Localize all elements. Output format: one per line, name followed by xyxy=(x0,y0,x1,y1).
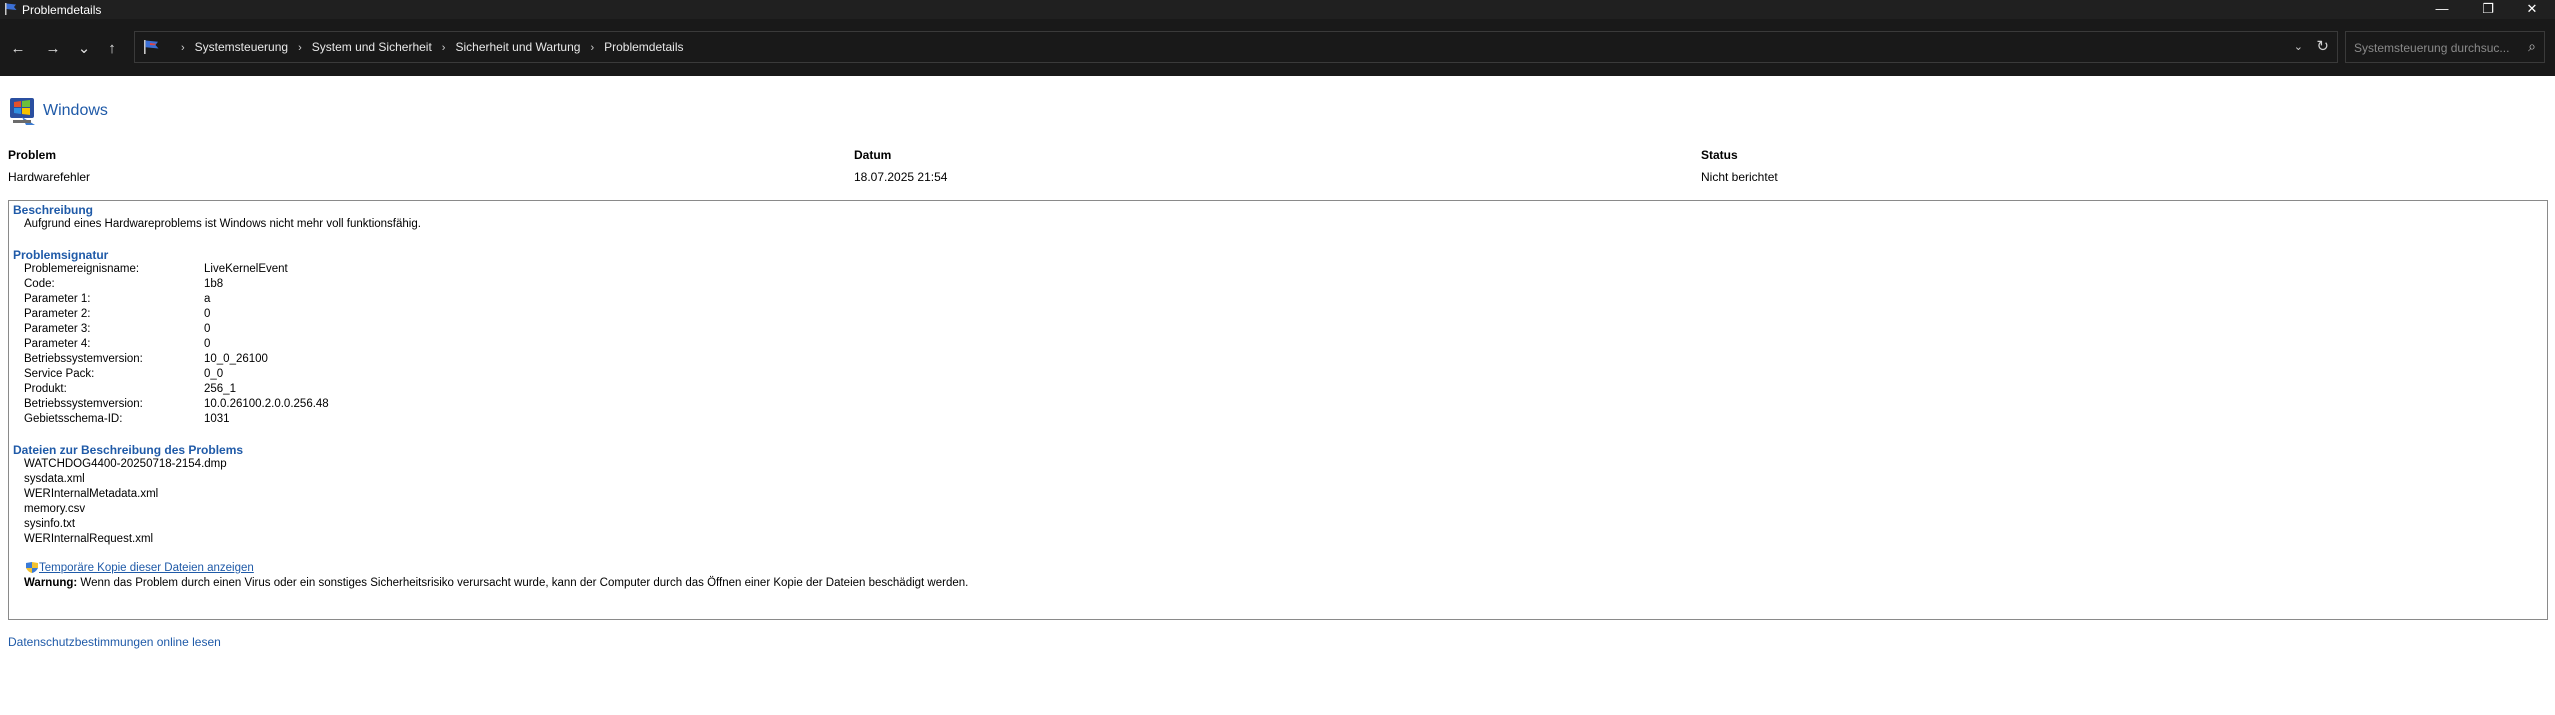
windows-logo-icon xyxy=(8,95,38,132)
title-bar: Problemdetails — ❐ ✕ xyxy=(0,0,2555,19)
status-value: Nicht berichtet xyxy=(1701,170,1778,184)
signature-key: Problemereignisname: xyxy=(24,263,140,275)
windows-brand-title: Windows xyxy=(43,102,108,119)
breadcrumb-chevron-icon[interactable]: › xyxy=(181,42,185,54)
signature-value: 0 xyxy=(204,338,211,350)
refresh-icon[interactable]: ↻ xyxy=(2316,37,2329,55)
status-header: Status xyxy=(1701,148,1738,162)
warning-message: Warnung: Wenn das Problem durch einen Vi… xyxy=(24,577,968,589)
files-title: Dateien zur Beschreibung des Problems xyxy=(13,443,244,457)
signature-value: LiveKernelEvent xyxy=(204,263,288,275)
signature-value: a xyxy=(204,293,211,305)
signature-key: Produkt: xyxy=(24,383,67,395)
search-box[interactable]: ⌕ xyxy=(2345,31,2545,63)
warning-text: Wenn das Problem durch einen Virus oder … xyxy=(77,577,969,589)
breadcrumb-system-und-sicherheit[interactable]: System und Sicherheit xyxy=(312,40,432,54)
signature-value: 10.0.26100.2.0.0.256.48 xyxy=(204,398,329,410)
search-input[interactable] xyxy=(2352,38,2516,58)
breadcrumb-sicherheit-und-wartung[interactable]: Sicherheit und Wartung xyxy=(455,40,580,54)
temp-copy-files-link[interactable]: Temporäre Kopie dieser Dateien anzeigen xyxy=(39,562,254,574)
signature-value: 0 xyxy=(204,323,211,335)
file-item: WERInternalRequest.xml xyxy=(24,533,154,545)
signature-value: 1b8 xyxy=(204,278,224,290)
control-panel-flag-icon xyxy=(143,39,161,60)
signature-value: 1031 xyxy=(204,413,230,425)
signature-key: Parameter 2: xyxy=(24,308,91,320)
signature-key: Code: xyxy=(24,278,55,290)
description-text: Aufgrund eines Hardwareproblems ist Wind… xyxy=(24,218,421,230)
breadcrumb-problemdetails[interactable]: Problemdetails xyxy=(604,40,683,54)
signature-key: Parameter 4: xyxy=(24,338,91,350)
problem-signature-title: Problemsignatur xyxy=(13,248,109,262)
signature-value: 0 xyxy=(204,308,211,320)
date-header: Datum xyxy=(854,148,892,162)
breadcrumb: › Systemsteuerung › System und Sicherheit › S… xyxy=(181,40,683,54)
breadcrumb-systemsteuerung[interactable]: Systemsteuerung xyxy=(195,40,288,54)
signature-key: Gebietsschema-ID: xyxy=(24,413,123,425)
address-dropdown-chevron-icon[interactable]: ⌄ xyxy=(2294,40,2303,53)
close-button[interactable]: ✕ xyxy=(2509,0,2555,19)
breadcrumb-chevron-icon[interactable]: › xyxy=(590,42,594,54)
problem-value: Hardwarefehler xyxy=(8,170,91,184)
back-arrow-icon[interactable]: ← xyxy=(7,38,29,60)
problem-header: Problem xyxy=(8,148,57,162)
signature-key: Service Pack: xyxy=(24,368,95,380)
address-bar[interactable]: › Systemsteuerung › System und Sicherheit › S… xyxy=(134,31,2338,63)
signature-key: Betriebssystemversion: xyxy=(24,353,143,365)
signature-value: 10_0_26100 xyxy=(204,353,268,365)
signature-value: 0_0 xyxy=(204,368,224,380)
signature-value: 256_1 xyxy=(204,383,236,395)
problem-details-box: Beschreibung Aufgrund eines Hardwareprob… xyxy=(8,200,2548,620)
recent-locations-chevron-icon[interactable]: ⌄ xyxy=(73,38,95,60)
signature-key: Parameter 1: xyxy=(24,293,91,305)
minimize-button[interactable]: — xyxy=(2419,0,2465,19)
forward-arrow-icon[interactable]: → xyxy=(42,38,64,60)
file-item: sysinfo.txt xyxy=(24,518,76,530)
date-value: 18.07.2025 21:54 xyxy=(854,170,948,184)
signature-key: Parameter 3: xyxy=(24,323,91,335)
description-title: Beschreibung xyxy=(13,203,94,217)
signature-key: Betriebssystemversion: xyxy=(24,398,143,410)
file-item: WERInternalMetadata.xml xyxy=(24,488,159,500)
search-icon[interactable]: ⌕ xyxy=(2528,38,2536,55)
breadcrumb-chevron-icon[interactable]: › xyxy=(442,42,446,54)
control-panel-flag-icon xyxy=(4,2,18,19)
file-item: WATCHDOG4400-20250718-2154.dmp xyxy=(24,458,227,470)
maximize-button[interactable]: ❐ xyxy=(2465,0,2511,19)
window-title: Problemdetails xyxy=(22,3,102,17)
warning-label: Warnung: xyxy=(24,577,78,589)
privacy-statement-link[interactable]: Datenschutzbestimmungen online lesen xyxy=(8,635,221,649)
file-item: sysdata.xml xyxy=(24,473,85,485)
breadcrumb-chevron-icon[interactable]: › xyxy=(298,42,302,54)
file-item: memory.csv xyxy=(24,503,86,515)
up-arrow-icon[interactable]: ↑ xyxy=(101,38,123,60)
